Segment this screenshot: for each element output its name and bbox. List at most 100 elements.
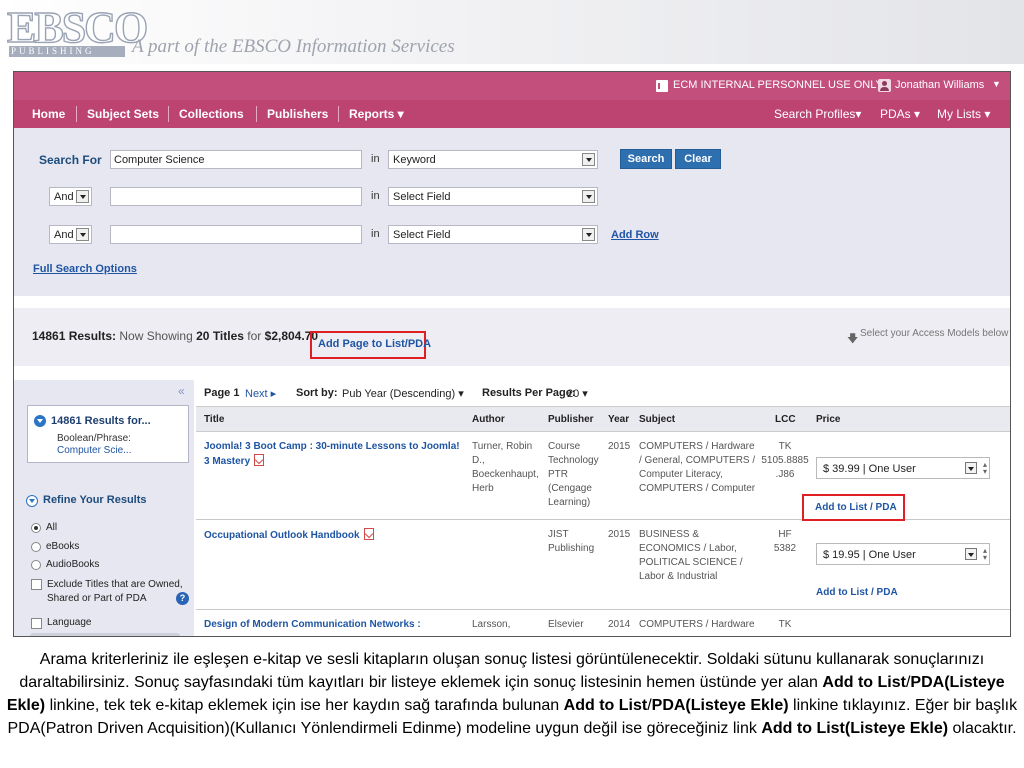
search-for-label: Search For [39,153,102,167]
search-input-2[interactable] [110,187,362,206]
bool-select-3-value: And [54,229,74,241]
expand-icon[interactable] [34,415,46,427]
field-select-3-value: Select Field [393,229,451,241]
pdf-icon [363,528,374,540]
slide-header: EBSCO PUBLISHING A part of the EBSCO Inf… [0,0,1024,64]
price-select[interactable]: $ 19.95 | One User ▴ ▾ [816,543,990,565]
boolean-phrase-value[interactable]: Computer Scie... [57,445,131,456]
publisher-line: Course [548,441,581,452]
per-page-label: Results Per Page: [482,387,576,399]
in-label: in [371,228,380,240]
field-select-2[interactable]: Select Field [388,187,598,206]
per-page-select[interactable]: 20 ▾ [567,387,588,400]
col-price[interactable]: Price [816,414,840,425]
user-icon[interactable] [878,79,891,92]
add-to-list-link[interactable]: Add to List / PDA [802,494,905,521]
results-toolbar: Page 1 Next ▸ Sort by: Pub Year (Descend… [196,380,1010,404]
nav-publishers[interactable]: Publishers [267,107,328,121]
subject-line: BUSINESS & [639,529,700,540]
clear-button[interactable]: Clear [675,149,721,169]
exclude-owned-label: Exclude Titles that are Owned, Shared or… [47,579,183,604]
field-select-1-value: Keyword [393,154,436,166]
author-line: Boeckenhaupt, [472,469,539,480]
price-value: $ 39.99 | One User [823,463,916,475]
col-publisher[interactable]: Publisher [548,414,594,425]
expand-icon[interactable] [26,495,38,507]
chevron-down-icon [965,462,977,474]
search-input-3[interactable] [110,225,362,244]
caption-bold: Add to List(Listeye Ekle) [761,720,949,737]
help-icon[interactable]: ? [176,592,189,605]
subject-line: ECONOMICS / Labor, [639,543,737,554]
search-panel: Search For Computer Science in Keyword S… [14,128,1010,296]
col-author[interactable]: Author [472,414,505,425]
col-year[interactable]: Year [608,414,629,425]
language-filter-bar[interactable] [30,633,180,636]
next-page-link[interactable]: Next ▸ [245,387,276,400]
col-lcc[interactable]: LCC [775,414,796,425]
sort-select[interactable]: Pub Year (Descending) ▾ [342,387,464,400]
user-name-menu[interactable]: Jonathan Williams [895,79,984,91]
publisher-line: PTR [548,469,568,480]
field-select-3[interactable]: Select Field [388,225,598,244]
publisher-line: Learning) [548,497,591,508]
search-input-1[interactable]: Computer Science [110,150,362,169]
caption-bold: Add to List [822,674,906,691]
caption-bold: Add to List [563,697,648,714]
boolean-phrase-label: Boolean/Phrase: [57,433,131,444]
author-cell: Larsson, [472,619,511,630]
add-to-list-link[interactable]: Add to List / PDA [816,587,898,598]
title-link[interactable]: Design of Modern Communication Networks … [204,618,464,632]
bool-select-2[interactable]: And [49,187,92,206]
results-for-box: 14861 Results for... Boolean/Phrase: Com… [27,405,189,463]
bool-select-3[interactable]: And [49,225,92,244]
year-cell: 2015 [608,441,631,452]
results-summary: 14861 Results: Now Showing 20 Titles for… [32,329,318,343]
search-button[interactable]: Search [620,149,672,169]
chevron-down-icon [582,228,595,241]
nav-reports[interactable]: Reports ▾ [349,107,404,121]
chevron-down-icon[interactable]: ▼ [992,79,1001,89]
subject-line: / General, COMPUTERS / [639,455,756,466]
year-cell: 2015 [608,529,631,540]
stepper-icon[interactable]: ▴ ▾ [983,461,987,476]
lcc-line: HF [778,529,792,540]
nav-subject-sets[interactable]: Subject Sets [87,107,159,121]
add-page-to-list-link[interactable]: Add Page to List/PDA [310,331,431,359]
nav-divider [256,106,257,122]
author-line: D., [472,455,485,466]
field-select-1[interactable]: Keyword [388,150,598,169]
add-row-link[interactable]: Add Row [611,229,659,241]
collapse-icon[interactable]: « [178,384,185,398]
title-link[interactable]: Joomla! 3 Boot Camp : 30-minute Lessons … [204,440,464,469]
titles-word: Titles [212,329,244,343]
col-subject[interactable]: Subject [639,414,675,425]
subject-line: POLITICAL SCIENCE / [639,557,743,568]
publisher-cell: JIST Publishing [548,528,606,556]
lcc-cell: HF 5382 [759,528,811,556]
logo-subtext: PUBLISHING [9,46,125,57]
language-checkbox[interactable] [31,618,42,629]
radio-label: AudioBooks [46,559,100,570]
institution-icon [656,80,670,92]
exclude-owned-checkbox[interactable] [31,579,42,590]
subject-line: Labor & Industrial [639,571,718,582]
subject-line: Computer Literacy, [639,469,723,480]
full-search-options-link[interactable]: Full Search Options [33,263,137,275]
nav-collections[interactable]: Collections [179,107,244,121]
price-select[interactable]: $ 39.99 | One User ▴ ▾ [816,457,990,479]
ebsco-logo: EBSCO PUBLISHING [6,5,149,57]
nav-pdas[interactable]: PDAs ▾ [880,107,920,121]
title-link[interactable]: Occupational Outlook Handbook [204,528,464,543]
internal-use-label: ECM INTERNAL PERSONNEL USE ONLY [673,79,883,91]
stepper-icon[interactable]: ▴ ▾ [983,547,987,562]
title-line-1: Occupational Outlook Handbook [204,530,360,541]
refine-title: Refine Your Results [43,494,147,506]
nav-home[interactable]: Home [32,107,65,121]
lcc-line: 5382 [773,543,797,554]
col-title[interactable]: Title [204,414,224,425]
nav-search-profiles[interactable]: Search Profiles▾ [774,107,861,121]
publisher-cell: Elsevier [548,619,584,630]
nav-my-lists[interactable]: My Lists ▾ [937,107,990,121]
price-value: $ 19.95 | One User [823,549,916,561]
